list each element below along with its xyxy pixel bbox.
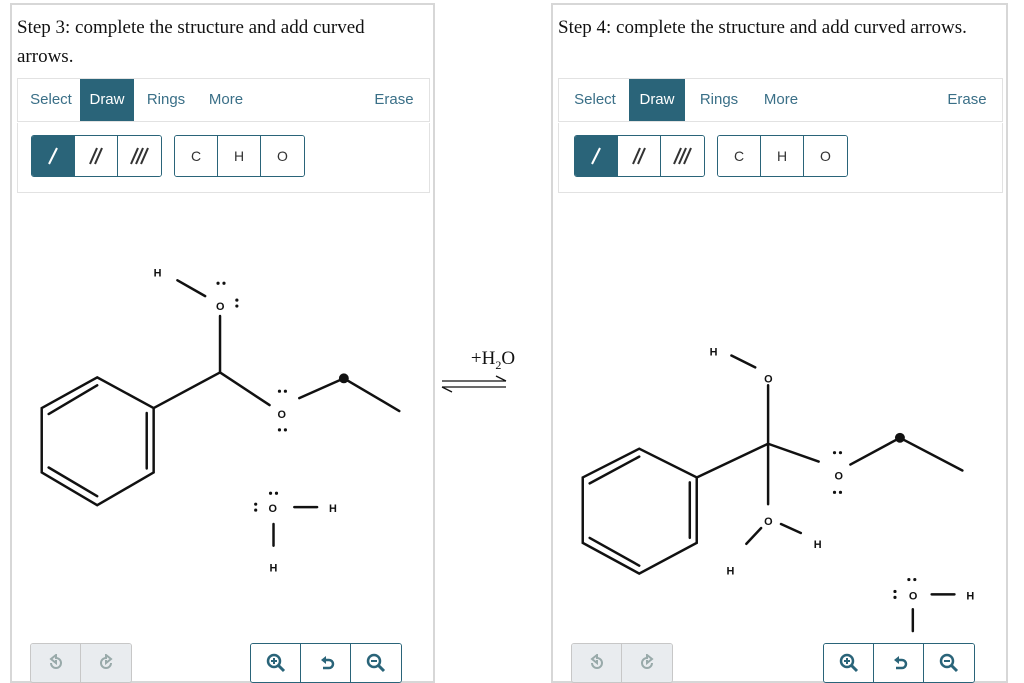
zoom-controls: [823, 643, 975, 683]
undo-button[interactable]: [31, 644, 81, 682]
zoom-reset-icon: [320, 656, 334, 670]
reagent-suffix: O: [501, 348, 516, 369]
atom-label-h: H: [270, 563, 278, 575]
triple-bond-icon: [672, 147, 692, 165]
atom-c-button[interactable]: C: [718, 136, 761, 176]
atom-label-o: O: [764, 373, 773, 385]
reagent-prefix: +H: [470, 348, 496, 369]
redo-button[interactable]: [622, 644, 672, 682]
zoom-out-button[interactable]: [351, 644, 401, 682]
tab-erase[interactable]: Erase: [369, 79, 419, 121]
double-bond-button[interactable]: [618, 136, 661, 176]
history-controls: [30, 643, 132, 683]
right-editor-panel: Step 4: complete the structure and add c…: [551, 3, 1008, 683]
tab-more[interactable]: More: [198, 79, 254, 121]
atom-h-button[interactable]: H: [218, 136, 261, 176]
atom-label-h: H: [726, 566, 734, 578]
atom-o-button[interactable]: O: [804, 136, 847, 176]
triple-bond-button[interactable]: [118, 136, 161, 176]
zoom-reset-button[interactable]: [301, 644, 351, 682]
left-draw-options: C H O: [17, 123, 430, 193]
undo-icon: [589, 654, 603, 669]
tab-select[interactable]: Select: [565, 79, 625, 121]
tab-select[interactable]: Select: [22, 79, 80, 121]
double-bond-icon: [632, 147, 646, 165]
redo-icon: [100, 654, 113, 669]
right-drawing-canvas[interactable]: H O O O H H O H: [553, 195, 1006, 635]
zoom-out-icon: [939, 653, 959, 673]
atom-label-o: O: [277, 409, 285, 421]
single-bond-button[interactable]: [575, 136, 618, 176]
atom-h-button[interactable]: H: [761, 136, 804, 176]
atom-label-h: H: [814, 539, 822, 551]
tab-rings[interactable]: Rings: [689, 79, 749, 121]
step-4-title: Step 4: complete the structure and add c…: [558, 17, 967, 38]
zoom-in-button[interactable]: [251, 644, 301, 682]
zoom-reset-icon: [893, 656, 907, 670]
double-bond-button[interactable]: [75, 136, 118, 176]
equilibrium-arrow-icon: [441, 375, 507, 393]
zoom-in-icon: [266, 653, 285, 673]
undo-button[interactable]: [572, 644, 622, 682]
tab-erase[interactable]: Erase: [942, 79, 992, 121]
left-molecule: H O O O H H: [40, 267, 401, 575]
atom-o-button[interactable]: O: [261, 136, 304, 176]
tab-draw[interactable]: Draw: [629, 79, 685, 121]
triple-bond-button[interactable]: [661, 136, 704, 176]
tab-draw[interactable]: Draw: [80, 79, 134, 121]
single-bond-icon: [591, 147, 601, 165]
right-draw-options: C H O: [558, 123, 1003, 193]
bond-type-group: [574, 135, 705, 177]
zoom-out-button[interactable]: [924, 644, 974, 682]
triple-bond-icon: [129, 147, 149, 165]
reagent-label: +H2O: [440, 348, 546, 373]
redo-icon: [641, 654, 654, 669]
right-tool-tabs: Select Draw Rings More Erase: [558, 78, 1003, 122]
atom-group: C H O: [174, 135, 305, 177]
zoom-controls: [250, 643, 402, 683]
zoom-out-icon: [366, 653, 386, 673]
atom-label-o: O: [764, 516, 773, 528]
atom-group: C H O: [717, 135, 848, 177]
step-3-title: Step 3: complete the structure and add c…: [17, 17, 365, 67]
tab-more[interactable]: More: [753, 79, 809, 121]
atom-label-h: H: [329, 503, 337, 515]
zoom-in-icon: [839, 653, 858, 673]
left-drawing-canvas[interactable]: H O O O H H: [12, 195, 433, 635]
left-tool-tabs: Select Draw Rings More Erase: [17, 78, 430, 122]
single-bond-button[interactable]: [32, 136, 75, 176]
history-controls: [571, 643, 673, 683]
double-bond-icon: [89, 147, 103, 165]
right-molecule: H O O O H H O H: [581, 347, 974, 633]
atom-label-o: O: [269, 503, 277, 515]
atom-label-h: H: [966, 590, 974, 602]
atom-label-o: O: [216, 301, 224, 313]
atom-label-o: O: [835, 470, 844, 482]
atom-label-h: H: [154, 267, 162, 279]
lone-pair-dots: [216, 281, 287, 512]
zoom-reset-button[interactable]: [874, 644, 924, 682]
atom-c-button[interactable]: C: [175, 136, 218, 176]
undo-icon: [48, 654, 62, 669]
atom-label-o: O: [909, 590, 918, 602]
bond-type-group: [31, 135, 162, 177]
single-bond-icon: [48, 147, 58, 165]
atom-label-h: H: [710, 347, 718, 359]
zoom-in-button[interactable]: [824, 644, 874, 682]
lone-pair-dots: [832, 451, 917, 599]
left-editor-panel: Step 3: complete the structure and add c…: [10, 3, 435, 683]
tab-rings[interactable]: Rings: [136, 79, 196, 121]
redo-button[interactable]: [81, 644, 131, 682]
